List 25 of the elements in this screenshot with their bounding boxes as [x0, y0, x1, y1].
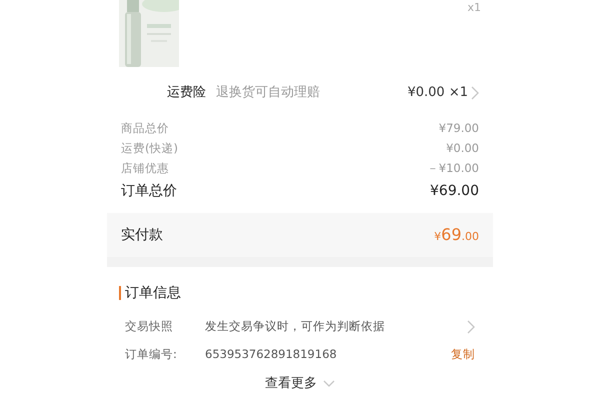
view-more-button[interactable]: 查看更多: [265, 374, 335, 394]
cost-value: ¥0.00: [446, 140, 479, 158]
paid-amount: ¥69.00: [434, 224, 479, 246]
section-marker: [119, 286, 121, 300]
insurance-description: 退换货可自动理赔: [216, 84, 320, 102]
chevron-icon: [471, 86, 479, 100]
total-label: 订单总价: [121, 182, 177, 200]
cost-label: 商品总价: [121, 120, 169, 138]
insurance-price: ¥0.00 ×1: [407, 84, 468, 102]
quantity: x1: [467, 0, 481, 16]
section-title: 订单信息: [125, 284, 181, 302]
chevron-icon: [467, 320, 475, 334]
chevron-down-icon: [323, 380, 335, 388]
cost-label: 店铺优惠: [121, 160, 169, 178]
cost-value: －¥10.00: [426, 160, 479, 178]
total-value: ¥69.00: [430, 182, 479, 200]
cost-value: ¥79.00: [438, 120, 479, 138]
insurance-label: 运费险: [167, 84, 206, 102]
info-label: 订单编号:: [125, 346, 178, 364]
cost-label: 运费(快递): [121, 140, 178, 158]
paid-label: 实付款: [121, 226, 163, 244]
info-value: 发生交易争议时，可作为判断依据: [205, 318, 385, 336]
info-label: 交易快照: [125, 318, 174, 336]
info-value: 653953762891819168: [205, 346, 337, 364]
copy-button[interactable]: 复制: [451, 346, 475, 364]
